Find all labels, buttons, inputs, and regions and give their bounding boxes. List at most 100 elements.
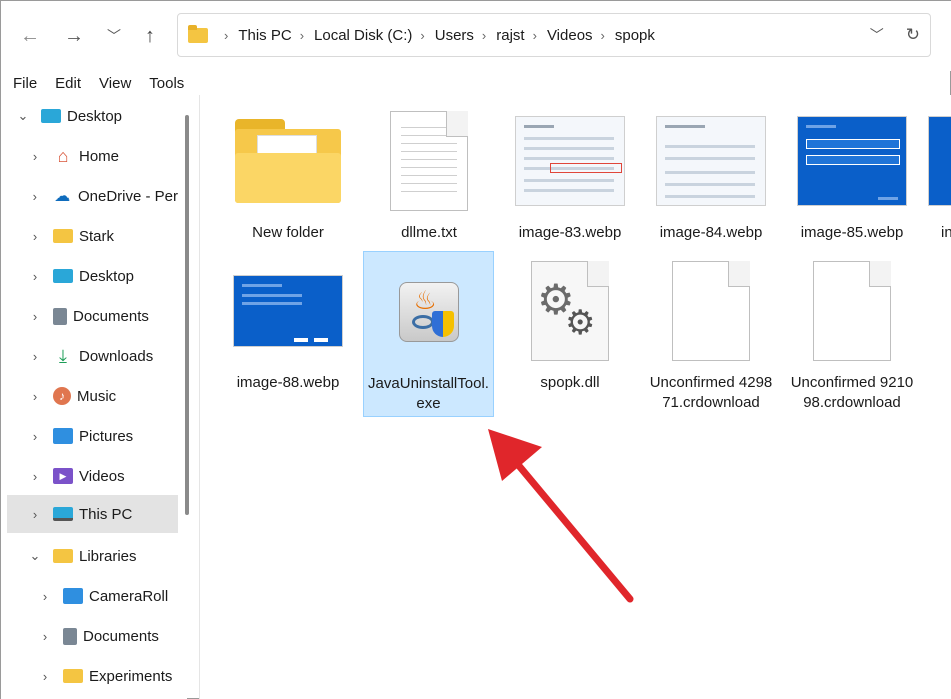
sidebar-item-videos[interactable]: › ▶ Videos — [27, 457, 198, 495]
sidebar-item-label: Experiments — [89, 667, 173, 685]
sidebar-item-pictures[interactable]: › Pictures — [27, 417, 198, 455]
sidebar-item-label: Home — [79, 147, 120, 165]
computer-icon — [53, 507, 73, 521]
chevron-right-icon[interactable]: › — [27, 229, 43, 244]
sidebar-item-this-pc[interactable]: › This PC — [7, 495, 178, 533]
up-button[interactable]: ↑ — [135, 21, 165, 51]
chevron-down-icon[interactable]: ⌄ — [15, 108, 31, 124]
sidebar-item-library-documents[interactable]: › Documents — [37, 617, 178, 655]
image-thumbnail — [515, 116, 625, 206]
file-item[interactable]: image-83.webp — [505, 101, 635, 243]
file-item[interactable]: dllme.txt — [364, 101, 494, 243]
file-item[interactable]: New folder — [223, 101, 353, 243]
sidebar-item-cameraroll[interactable]: › CameraRoll — [37, 577, 178, 615]
file-name: spopk.dll — [540, 374, 600, 391]
desktop-icon — [53, 269, 73, 283]
folder-icon — [63, 669, 83, 683]
address-dropdown-button[interactable]: ﹀ — [870, 25, 884, 45]
address-bar[interactable]: › This PC › Local Disk (C:) › Users › rajst… — [177, 13, 931, 57]
file-item[interactable]: Unconfirmed 921098.crdownload — [787, 251, 917, 413]
file-item[interactable]: image-88.webp — [223, 251, 353, 393]
file-name: dllme.txt — [401, 224, 457, 241]
menu-view[interactable]: View — [93, 75, 137, 92]
desktop-icon — [41, 109, 61, 123]
forward-button[interactable]: → — [59, 21, 89, 51]
sidebar-item-documents[interactable]: › Documents — [27, 297, 198, 335]
navigation-pane: ⌄ Desktop › ⌂ Home › ☁ OneDrive - Per › … — [1, 95, 187, 699]
arrow-up-icon: ↑ — [145, 24, 155, 47]
file-item[interactable]: in — [928, 101, 951, 243]
chevron-right-icon[interactable]: › — [27, 389, 43, 404]
chevron-down-icon[interactable]: ⌄ — [27, 548, 43, 564]
home-icon: ⌂ — [57, 145, 69, 166]
sidebar-item-downloads[interactable]: › ⤓ Downloads — [27, 337, 198, 375]
file-name: Unconfirmed 429871.crdownload — [649, 374, 773, 411]
refresh-button[interactable]: ↻ — [906, 25, 920, 45]
back-button[interactable]: ← — [15, 21, 45, 51]
documents-icon — [53, 307, 67, 325]
sidebar-item-libraries[interactable]: ⌄ Libraries — [27, 537, 198, 575]
chevron-right-icon[interactable]: › — [37, 629, 53, 644]
chevron-right-icon[interactable]: › — [37, 589, 53, 604]
sidebar-item-label: This PC — [79, 505, 133, 523]
chevron-right-icon[interactable]: › — [27, 469, 43, 484]
file-item[interactable]: image-84.webp — [646, 101, 776, 243]
chevron-right-icon[interactable]: › — [27, 149, 43, 164]
blank-file-icon — [813, 261, 891, 361]
arrow-right-icon: → — [64, 24, 84, 47]
breadcrumb-this-pc[interactable]: This PC — [238, 27, 291, 44]
breadcrumb-videos[interactable]: Videos — [547, 27, 593, 44]
chevron-right-icon[interactable]: › — [27, 429, 43, 444]
sidebar-item-label: OneDrive - Per — [77, 187, 178, 205]
folder-icon — [188, 24, 208, 43]
sidebar-item-desktop-root[interactable]: ⌄ Desktop — [15, 97, 186, 135]
file-item-selected[interactable]: ♨ JavaUninstallTool.exe — [363, 251, 494, 417]
chevron-down-icon: ﹀ — [107, 28, 121, 44]
music-icon: ♪ — [53, 387, 71, 405]
file-name: image-84.webp — [659, 224, 763, 241]
pictures-icon — [63, 588, 83, 604]
file-item[interactable]: Unconfirmed 429871.crdownload — [646, 251, 776, 413]
file-name: image-83.webp — [518, 224, 622, 241]
image-thumbnail — [233, 275, 343, 347]
chevron-right-icon[interactable]: › — [27, 189, 43, 204]
folder-icon — [53, 549, 73, 563]
sidebar-item-label: Music — [77, 387, 117, 405]
cloud-icon: ☁ — [54, 188, 71, 205]
image-thumbnail — [928, 116, 951, 206]
menu-file[interactable]: File — [7, 75, 43, 92]
recent-locations-button[interactable]: ﹀ — [99, 21, 129, 51]
breadcrumb-rajst[interactable]: rajst — [496, 27, 524, 44]
sidebar-item-stark[interactable]: › Stark — [27, 217, 198, 255]
file-item[interactable]: ⚙ ⚙ spopk.dll — [505, 251, 635, 393]
chevron-right-icon[interactable]: › — [27, 507, 43, 522]
sidebar-item-desktop[interactable]: › Desktop — [27, 257, 198, 295]
sidebar-item-home[interactable]: › ⌂ Home — [27, 137, 198, 175]
file-view: New folder dllme.txt image-83.webp image… — [200, 95, 951, 699]
file-name: image-85.webp — [800, 224, 904, 241]
breadcrumb-users[interactable]: Users — [435, 27, 474, 44]
menu-edit[interactable]: Edit — [49, 75, 87, 92]
chevron-right-icon[interactable]: › — [27, 349, 43, 364]
text-file-icon — [390, 111, 468, 211]
documents-icon — [63, 627, 77, 645]
sidebar-item-label: Downloads — [79, 347, 154, 365]
sidebar-item-label: Documents — [83, 627, 159, 645]
chevron-right-icon[interactable]: › — [37, 669, 53, 684]
image-thumbnail — [797, 116, 907, 206]
navigation-bar: ← → ﹀ ↑ › This PC › Local Disk (C:) › User… — [1, 1, 951, 71]
menu-tools[interactable]: Tools — [143, 75, 190, 92]
breadcrumb-local-disk[interactable]: Local Disk (C:) — [314, 27, 412, 44]
breadcrumb-spopk[interactable]: spopk — [615, 27, 655, 44]
file-item[interactable]: image-85.webp — [787, 101, 917, 243]
sidebar-item-label: Documents — [73, 307, 149, 325]
chevron-right-icon[interactable]: › — [27, 309, 43, 324]
file-name: in — [941, 224, 951, 241]
file-name: image-88.webp — [236, 374, 340, 391]
sidebar-item-onedrive[interactable]: › ☁ OneDrive - Per — [27, 177, 178, 215]
sidebar-item-experiments[interactable]: › Experiments — [37, 657, 178, 695]
sidebar-item-music[interactable]: › ♪ Music — [27, 377, 198, 415]
chevron-right-icon[interactable]: › — [27, 269, 43, 284]
sidebar-scrollbar[interactable] — [185, 115, 189, 515]
image-thumbnail — [656, 116, 766, 206]
